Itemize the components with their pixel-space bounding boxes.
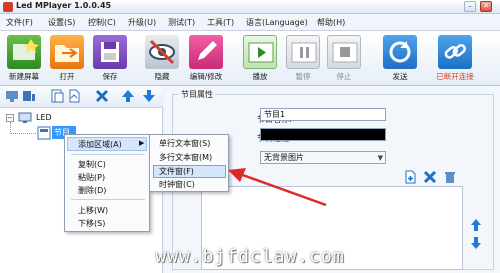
submenu-arrow-icon: ▶ <box>139 139 145 147</box>
new-screen-icon <box>7 35 41 69</box>
menu-test[interactable]: 测试(T) <box>168 17 195 28</box>
menu-help[interactable]: 帮助(H) <box>317 17 345 28</box>
menu-move-down[interactable]: 下移(S) <box>78 218 105 229</box>
folder-open-icon <box>50 35 84 69</box>
menu-copy[interactable]: 复制(C) <box>78 159 106 170</box>
menu-upgrade[interactable]: 升级(U) <box>128 17 156 28</box>
pause-button[interactable]: 暂停 <box>283 33 323 85</box>
submenu-single-line-text[interactable]: 单行文本窗(S) <box>159 138 210 149</box>
chevron-down-icon: ▼ <box>377 154 383 162</box>
menu-add-area[interactable]: 添加区域(A) <box>78 139 122 150</box>
minimize-button[interactable]: – <box>464 1 476 12</box>
menu-bar: 文件(F) 设置(S) 控制(C) 升级(U) 测试(T) 工具(T) 语言(L… <box>0 14 500 31</box>
annotation-arrow-icon <box>228 168 327 207</box>
context-menu: 添加区域(A) ▶ 复制(C) 粘贴(P) 删除(D) 上移(W) 下移(S) <box>64 134 150 232</box>
menu-move-up[interactable]: 上移(W) <box>78 205 108 216</box>
save-button[interactable]: 保存 <box>90 33 130 85</box>
link-icon <box>438 35 472 69</box>
app-logo-icon <box>3 2 13 12</box>
add-area-submenu: 单行文本窗(S) 多行文本窗(M) 文件窗(F) 时钟窗(C) <box>149 134 229 192</box>
title-bar: Led MPlayer 1.0.0.45 – ✕ <box>0 0 500 14</box>
submenu-multi-line-text[interactable]: 多行文本窗(M) <box>159 152 212 163</box>
main-toolbar: 新建屏幕 打开 保存 隐藏 编辑/修改 播放 暂停 停止 发送 已断开连接 <box>0 31 500 86</box>
menu-separator <box>71 199 145 200</box>
collapse-toggle[interactable]: − <box>6 114 14 122</box>
add-screen-icon[interactable] <box>5 89 19 103</box>
window-title: Led MPlayer 1.0.0.45 <box>16 1 112 10</box>
close-button[interactable]: ✕ <box>480 1 492 12</box>
edit-button[interactable]: 编辑/修改 <box>186 33 226 85</box>
new-screen-button[interactable]: 新建屏幕 <box>4 33 44 85</box>
program-icon <box>37 126 51 140</box>
open-button[interactable]: 打开 <box>47 33 87 85</box>
properties-group-title: 节目属性 <box>179 89 215 100</box>
move-down-icon[interactable] <box>142 89 156 103</box>
tree-root-led[interactable]: LED <box>36 113 52 122</box>
menu-control[interactable]: 控制(C) <box>88 17 116 28</box>
menu-delete[interactable]: 删除(D) <box>78 185 106 196</box>
menu-settings[interactable]: 设置(S) <box>48 17 75 28</box>
tree-toolbar <box>0 86 163 108</box>
refresh-send-icon <box>383 35 417 69</box>
new-area-icon[interactable] <box>67 89 81 103</box>
stop-icon <box>327 35 361 69</box>
submenu-clock-window[interactable]: 时钟窗(C) <box>159 179 195 190</box>
file-move-up-icon[interactable] <box>470 218 482 232</box>
trash-icon[interactable] <box>443 170 457 184</box>
move-up-icon[interactable] <box>121 89 135 103</box>
program-name-input[interactable]: 节目1 <box>260 108 386 121</box>
watermark-text: www.bjfdclaw.com <box>155 246 345 267</box>
send-button[interactable]: 发送 <box>380 33 420 85</box>
menu-file[interactable]: 文件(F) <box>6 17 33 28</box>
reconnect-button[interactable]: 已断开连接 <box>432 33 478 85</box>
submenu-file-window[interactable]: 文件窗(F) <box>159 166 194 177</box>
remove-file-icon[interactable] <box>423 170 437 184</box>
save-disk-icon <box>93 35 127 69</box>
play-button[interactable]: 播放 <box>240 33 280 85</box>
menu-separator <box>71 154 145 155</box>
menu-paste[interactable]: 粘贴(P) <box>78 172 105 183</box>
pencil-icon <box>189 35 223 69</box>
add-file-icon[interactable] <box>403 170 417 184</box>
hide-button[interactable]: 隐藏 <box>142 33 182 85</box>
pause-icon <box>286 35 320 69</box>
tree-line <box>10 133 36 134</box>
eye-hidden-icon <box>145 35 179 69</box>
monitor-icon <box>18 112 32 123</box>
menu-language[interactable]: 语言(Language) <box>246 17 308 28</box>
screen-settings-icon[interactable] <box>22 89 36 103</box>
frame-color-field[interactable] <box>260 128 386 141</box>
delete-icon[interactable] <box>95 89 109 103</box>
play-icon <box>243 35 277 69</box>
new-program-icon[interactable] <box>50 89 64 103</box>
stop-button[interactable]: 停止 <box>324 33 364 85</box>
menu-tools[interactable]: 工具(T) <box>207 17 234 28</box>
